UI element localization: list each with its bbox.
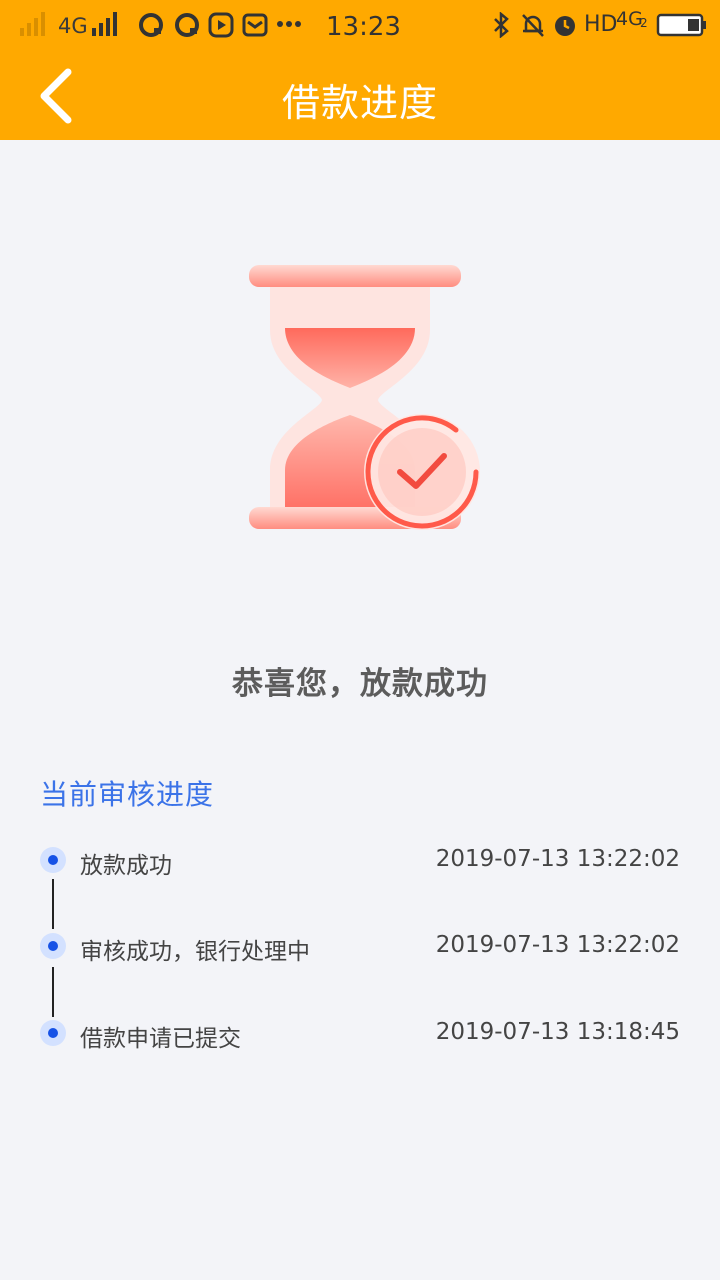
timeline-item: 放款成功 2019-07-13 13:22:02 <box>0 835 720 885</box>
hourglass-success-illustration <box>249 265 480 530</box>
timeline-item: 借款申请已提交 2019-07-13 13:18:45 <box>0 1008 720 1058</box>
mute-bell-icon <box>522 14 544 37</box>
signal-icon-sim1 <box>20 12 45 36</box>
qq-notification-icon-2 <box>175 13 199 37</box>
signal-icon-sim2 <box>92 12 117 36</box>
timeline-item-label: 放款成功 <box>80 853 172 879</box>
app-header: 4G 13:23 HD 4G 2 借款进度 <box>0 0 720 140</box>
mail-icon <box>242 13 268 37</box>
network-type-label: 4G <box>58 14 88 38</box>
timeline-item: 审核成功，银行处理中 2019-07-13 13:22:02 <box>0 921 720 971</box>
timeline-item-label: 借款申请已提交 <box>80 1026 241 1052</box>
progress-section-title: 当前审核进度 <box>40 778 215 811</box>
hd-indicator: HD <box>584 12 618 37</box>
timeline-item-time: 2019-07-13 13:18:45 <box>435 1019 680 1045</box>
success-message: 恭喜您，放款成功 <box>232 666 488 702</box>
video-player-icon <box>208 12 234 38</box>
timeline-dot-icon <box>40 1020 66 1046</box>
status-bar: 4G 13:23 HD 4G 2 <box>0 0 720 50</box>
page-title: 借款进度 <box>281 81 438 125</box>
timeline-item-label: 审核成功，银行处理中 <box>80 939 310 965</box>
more-notifications-icon <box>277 21 301 27</box>
timeline-dot-icon <box>40 933 66 959</box>
network-sim-indicator: 2 <box>640 16 648 30</box>
timeline-dot-icon <box>40 847 66 873</box>
timeline-item-time: 2019-07-13 13:22:02 <box>435 932 680 958</box>
status-time: 13:23 <box>326 12 401 42</box>
battery-icon <box>656 13 706 37</box>
network-type-label-2: 4G <box>616 8 643 30</box>
timeline-item-time: 2019-07-13 13:22:02 <box>435 846 680 872</box>
bluetooth-icon <box>494 12 509 38</box>
qq-notification-icon <box>139 13 163 37</box>
alarm-icon <box>555 16 575 36</box>
